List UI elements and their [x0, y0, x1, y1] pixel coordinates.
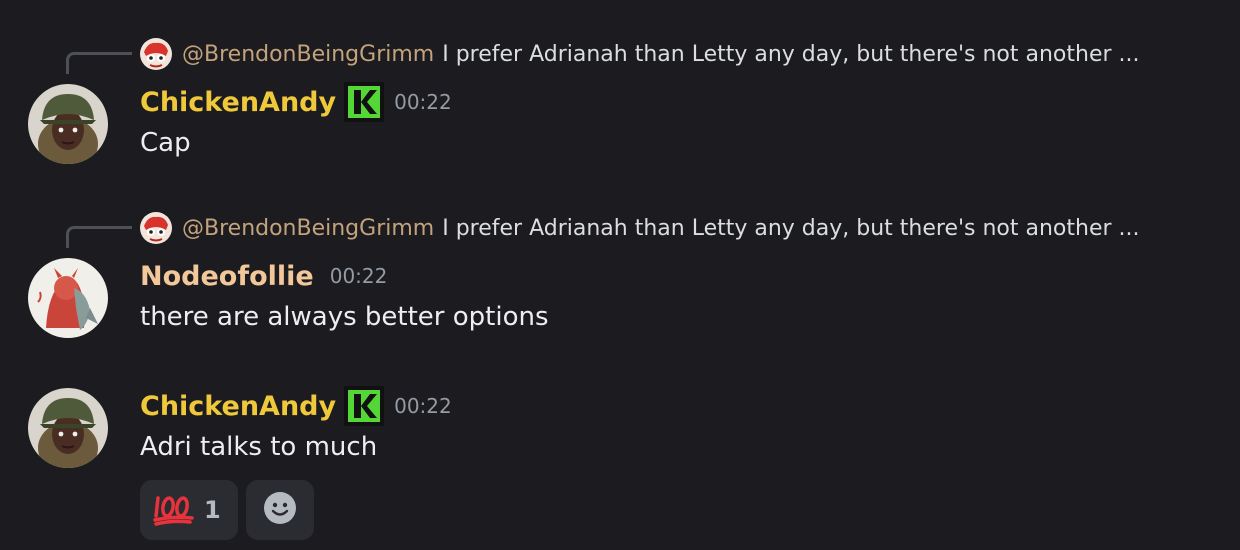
- add-reaction-button[interactable]: [246, 480, 314, 540]
- avatar[interactable]: [28, 388, 108, 468]
- role-badge-icon[interactable]: [344, 82, 385, 122]
- reply-text[interactable]: I prefer Adrianah than Letty any day, bu…: [442, 216, 1139, 241]
- avatar[interactable]: [28, 258, 108, 338]
- username[interactable]: ChickenAndy: [140, 391, 336, 422]
- chat-message-list: @BrendonBeingGrimm I prefer Adrianah tha…: [0, 0, 1240, 550]
- reply-connector-line: [66, 226, 132, 248]
- reply-author[interactable]: @BrendonBeingGrimm: [182, 42, 434, 67]
- reply-author[interactable]: @BrendonBeingGrimm: [182, 216, 434, 241]
- hundred-points-icon: [152, 490, 196, 530]
- username[interactable]: ChickenAndy: [140, 87, 336, 118]
- reaction-hundred-points[interactable]: 1: [140, 480, 238, 540]
- role-badge-icon[interactable]: [344, 386, 385, 426]
- avatar[interactable]: [28, 84, 108, 164]
- message-header: ChickenAndy 00:22: [140, 82, 452, 122]
- reply-preview[interactable]: @BrendonBeingGrimm I prefer Adrianah tha…: [140, 212, 1140, 244]
- timestamp[interactable]: 00:22: [330, 264, 388, 288]
- reply-preview[interactable]: @BrendonBeingGrimm I prefer Adrianah tha…: [140, 38, 1140, 70]
- message-header: Nodeofollie 00:22: [140, 256, 387, 296]
- timestamp[interactable]: 00:22: [394, 90, 452, 114]
- reply-avatar[interactable]: [140, 212, 172, 244]
- message-header: ChickenAndy 00:22: [140, 386, 452, 426]
- message-content: Adri talks to much: [140, 432, 378, 462]
- reply-avatar[interactable]: [140, 38, 172, 70]
- message-content: there are always better options: [140, 302, 549, 332]
- username[interactable]: Nodeofollie: [140, 261, 314, 292]
- reply-text[interactable]: I prefer Adrianah than Letty any day, bu…: [442, 42, 1139, 67]
- reply-connector-line: [66, 52, 132, 74]
- reaction-count: 1: [204, 496, 221, 524]
- message-content: Cap: [140, 128, 191, 158]
- timestamp[interactable]: 00:22: [394, 394, 452, 418]
- add-reaction-icon: [263, 491, 297, 529]
